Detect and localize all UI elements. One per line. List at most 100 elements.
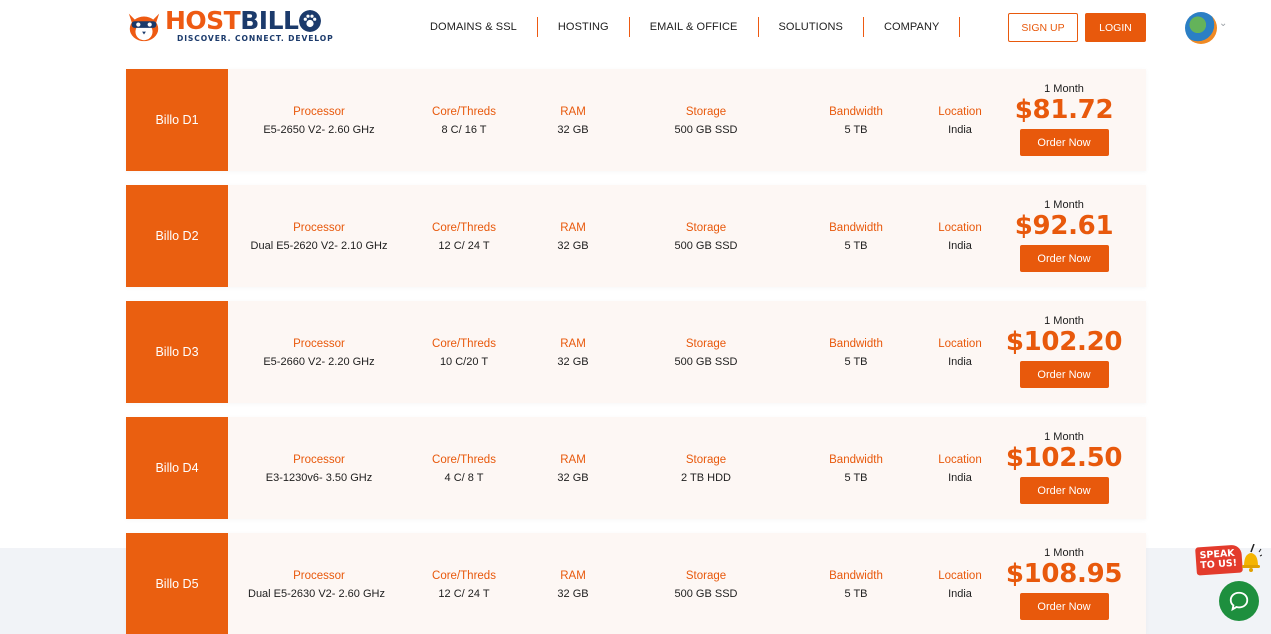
cores-value: 8 C/ 16 T <box>441 124 487 136</box>
signup-button[interactable]: SIGN UP <box>1008 13 1078 42</box>
ram-value: 32 GB <box>557 472 589 484</box>
processor-value: E5-2650 V2- 2.60 GHz <box>263 124 375 136</box>
bandwidth-spec: Bandwidth 5 TB <box>816 185 896 287</box>
location-spec: Location India <box>928 185 992 287</box>
processor-spec: Processor E5-2650 V2- 2.60 GHz <box>248 69 390 171</box>
cores-value: 4 C/ 8 T <box>444 472 484 484</box>
plan-row: Billo D4 Processor E3-1230v6- 3.50 GHz C… <box>126 417 1146 519</box>
storage-value: 500 GB SSD <box>674 588 738 600</box>
storage-value: 500 GB SSD <box>674 356 738 368</box>
nav-email-office[interactable]: EMAIL & OFFICE <box>630 17 759 37</box>
speak-to-us-badge: SPEAK TO US! <box>1195 544 1243 576</box>
storage-label: Storage <box>685 454 727 466</box>
cores-spec: Core/Threds 12 C/ 24 T <box>414 533 514 634</box>
ram-label: RAM <box>560 338 586 350</box>
order-now-button[interactable]: Order Now <box>1019 593 1109 620</box>
chat-icon[interactable] <box>1219 581 1259 621</box>
storage-value: 500 GB SSD <box>674 124 738 136</box>
bandwidth-spec: Bandwidth 5 TB <box>816 533 896 634</box>
hostbillo-logo[interactable]: HOST BILL DISCOVER. CONNECT. DEVELOP <box>125 8 334 46</box>
ram-spec: RAM 32 GB <box>538 417 608 519</box>
order-now-button[interactable]: Order Now <box>1019 245 1109 272</box>
billing-term: 1 Month <box>1044 431 1084 443</box>
chevron-down-icon[interactable]: ⌄ <box>1219 18 1227 29</box>
cores-value: 12 C/ 24 T <box>438 240 490 252</box>
plan-row: Billo D5 Processor Dual E5-2630 V2- 2.60… <box>126 533 1146 634</box>
bandwidth-label: Bandwidth <box>829 106 883 118</box>
storage-spec: Storage 500 GB SSD <box>656 69 756 171</box>
billing-term: 1 Month <box>1044 199 1084 211</box>
main-nav: DOMAINS & SSL HOSTING EMAIL & OFFICE SOL… <box>411 17 961 37</box>
location-label: Location <box>938 106 982 118</box>
ram-spec: RAM 32 GB <box>538 69 608 171</box>
plan-price: $92.61 <box>1014 211 1114 241</box>
order-now-button[interactable]: Order Now <box>1019 129 1109 156</box>
nav-company[interactable]: COMPANY <box>864 17 961 37</box>
order-now-button[interactable]: Order Now <box>1019 361 1109 388</box>
speak-to-us-widget[interactable]: SPEAK TO US! <box>1195 538 1266 578</box>
login-button[interactable]: LOGIN <box>1085 13 1146 42</box>
logo-tagline: DISCOVER. CONNECT. DEVELOP <box>177 34 334 43</box>
ram-spec: RAM 32 GB <box>538 301 608 403</box>
cores-value: 10 C/20 T <box>439 356 489 368</box>
paw-icon <box>299 9 322 32</box>
storage-spec: Storage 500 GB SSD <box>656 533 756 634</box>
nav-hosting[interactable]: HOSTING <box>538 17 630 37</box>
plan-row: Billo D3 Processor E5-2660 V2- 2.20 GHz … <box>126 301 1146 403</box>
dedicated-plans-list: Billo D1 Processor E5-2650 V2- 2.60 GHz … <box>126 69 1146 634</box>
logo-text-host: HOST <box>165 6 241 35</box>
location-label: Location <box>938 570 982 582</box>
nav-solutions[interactable]: SOLUTIONS <box>759 17 864 37</box>
bandwidth-value: 5 TB <box>844 472 868 484</box>
bandwidth-value: 5 TB <box>844 240 868 252</box>
plan-name: Billo D1 <box>126 69 228 171</box>
globe-icon[interactable] <box>1185 12 1217 44</box>
cores-spec: Core/Threds 10 C/20 T <box>414 301 514 403</box>
location-value: India <box>948 240 972 252</box>
billing-term: 1 Month <box>1044 547 1084 559</box>
price-column: 1 Month $81.72 Order Now <box>1006 69 1122 171</box>
location-label: Location <box>938 338 982 350</box>
billing-term: 1 Month <box>1044 83 1084 95</box>
storage-spec: Storage 500 GB SSD <box>656 185 756 287</box>
storage-value: 2 TB HDD <box>681 472 731 484</box>
plan-name: Billo D4 <box>126 417 228 519</box>
processor-label: Processor <box>293 454 345 466</box>
processor-label: Processor <box>293 222 345 234</box>
plan-row: Billo D1 Processor E5-2650 V2- 2.60 GHz … <box>126 69 1146 171</box>
processor-value: E5-2660 V2- 2.20 GHz <box>263 356 375 368</box>
chat-bubble-icon <box>1229 591 1249 612</box>
storage-value: 500 GB SSD <box>674 240 738 252</box>
storage-spec: Storage 500 GB SSD <box>656 301 756 403</box>
bandwidth-label: Bandwidth <box>829 570 883 582</box>
bandwidth-spec: Bandwidth 5 TB <box>816 417 896 519</box>
processor-spec: Processor Dual E5-2630 V2- 2.60 GHz <box>248 533 390 634</box>
processor-spec: Processor E5-2660 V2- 2.20 GHz <box>248 301 390 403</box>
processor-value: E3-1230v6- 3.50 GHz <box>265 472 373 484</box>
bandwidth-label: Bandwidth <box>829 338 883 350</box>
processor-spec: Processor E3-1230v6- 3.50 GHz <box>248 417 390 519</box>
bandwidth-value: 5 TB <box>844 124 868 136</box>
ram-value: 32 GB <box>557 240 589 252</box>
plan-price: $102.20 <box>1005 327 1123 357</box>
cat-mascot-icon <box>128 13 160 42</box>
location-value: India <box>948 472 972 484</box>
bell-icon <box>1242 544 1262 572</box>
cores-label: Core/Threds <box>432 222 496 234</box>
processor-label: Processor <box>293 570 345 582</box>
billing-term: 1 Month <box>1044 315 1084 327</box>
order-now-button[interactable]: Order Now <box>1019 477 1109 504</box>
nav-domains-ssl[interactable]: DOMAINS & SSL <box>411 17 538 37</box>
location-spec: Location India <box>928 301 992 403</box>
bandwidth-spec: Bandwidth 5 TB <box>816 69 896 171</box>
ram-value: 32 GB <box>557 588 589 600</box>
site-header: HOST BILL DISCOVER. CONNECT. DEVELOP DOMA… <box>0 0 1271 56</box>
location-label: Location <box>938 454 982 466</box>
cores-label: Core/Threds <box>432 570 496 582</box>
location-value: India <box>948 124 972 136</box>
storage-label: Storage <box>685 222 727 234</box>
processor-value: Dual E5-2620 V2- 2.10 GHz <box>250 240 388 252</box>
bandwidth-value: 5 TB <box>844 356 868 368</box>
plan-price: $102.50 <box>1005 443 1123 473</box>
plan-price: $108.95 <box>1005 559 1123 589</box>
